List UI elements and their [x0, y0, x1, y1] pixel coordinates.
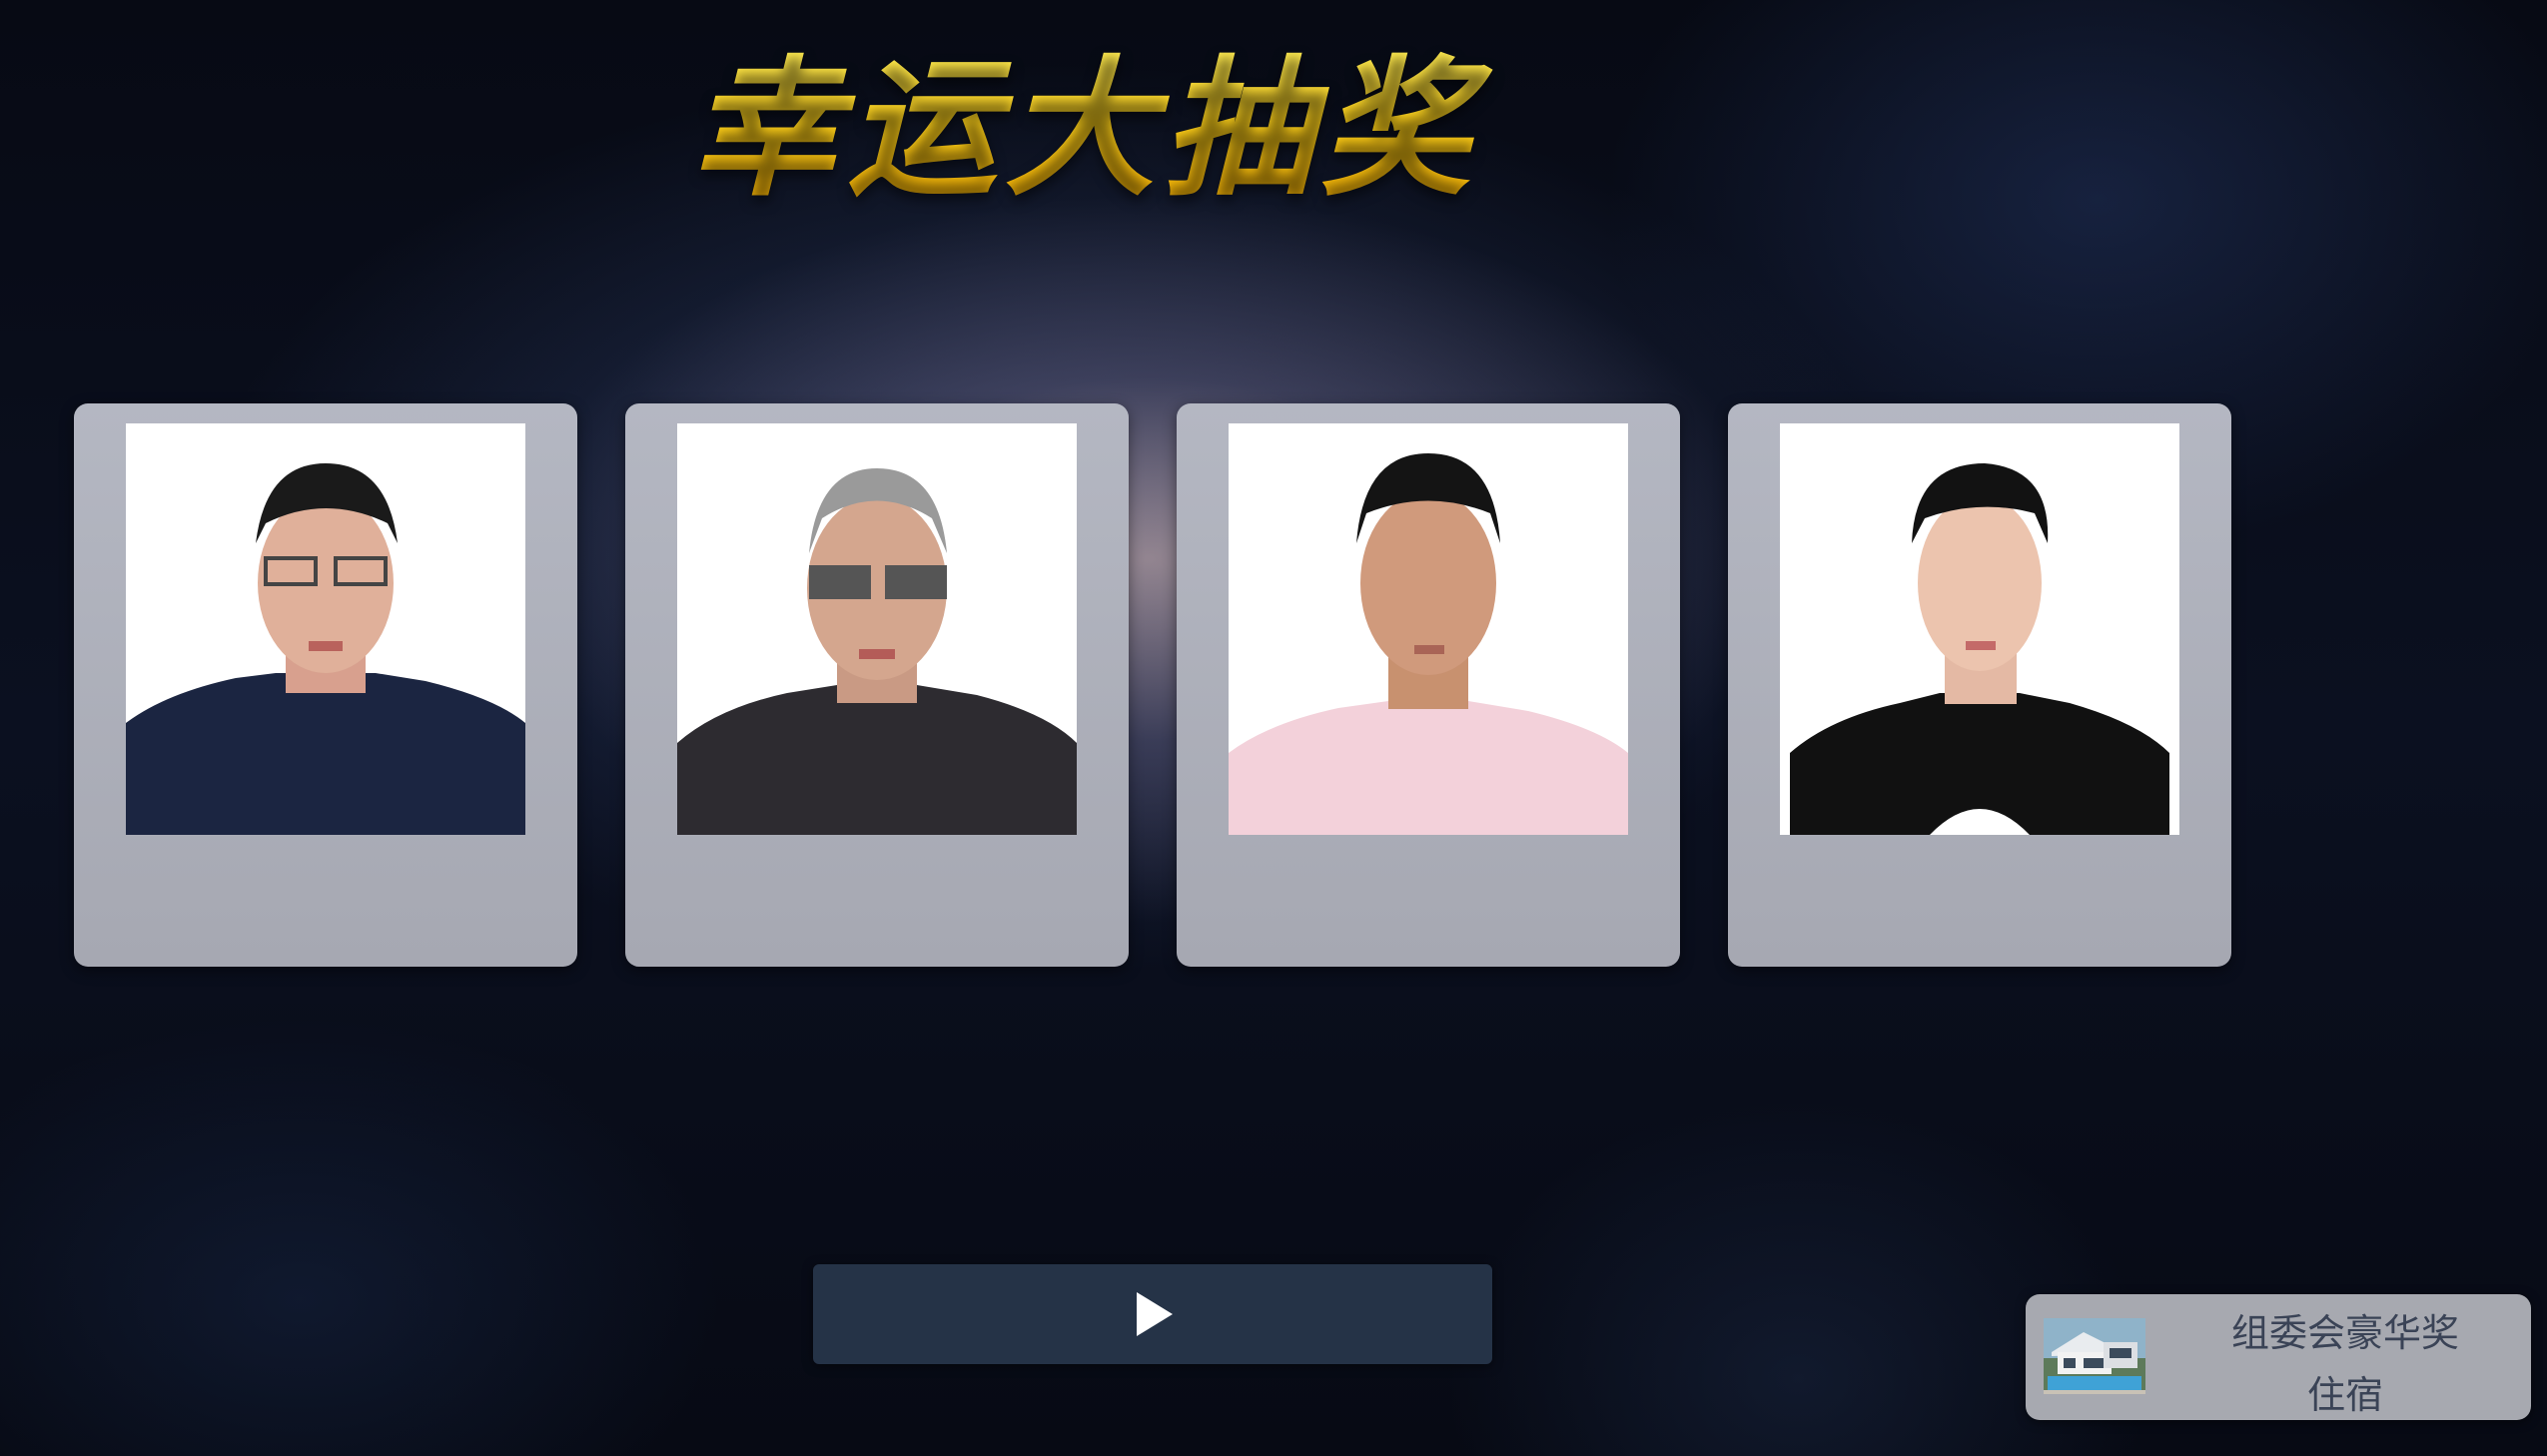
avatar	[126, 423, 525, 835]
candidate-card[interactable]	[1177, 403, 1680, 967]
candidate-photo	[126, 423, 525, 835]
play-icon	[1137, 1292, 1173, 1336]
avatar	[1229, 423, 1628, 835]
candidate-photo	[1780, 423, 2179, 835]
play-button[interactable]	[813, 1264, 1492, 1364]
candidate-card[interactable]	[74, 403, 577, 967]
avatar	[677, 423, 1077, 835]
page-title: 幸运大抽奖	[689, 40, 1628, 220]
villa-photo-icon	[2044, 1318, 2145, 1394]
candidate-card[interactable]	[1728, 403, 2231, 967]
candidate-card[interactable]	[625, 403, 1129, 967]
prize-label-line2: 住宿	[2306, 1373, 2383, 1417]
candidate-photo	[677, 423, 1077, 835]
candidate-photo	[1229, 423, 1628, 835]
prize-label-line1: 组委会豪华奖	[2230, 1311, 2459, 1355]
avatar	[1780, 423, 2179, 835]
candidate-cards	[74, 403, 2231, 968]
prize-card[interactable]: 组委会豪华奖 住宿	[2026, 1294, 2531, 1420]
prize-label: 组委会豪华奖 住宿	[2175, 1302, 2515, 1426]
